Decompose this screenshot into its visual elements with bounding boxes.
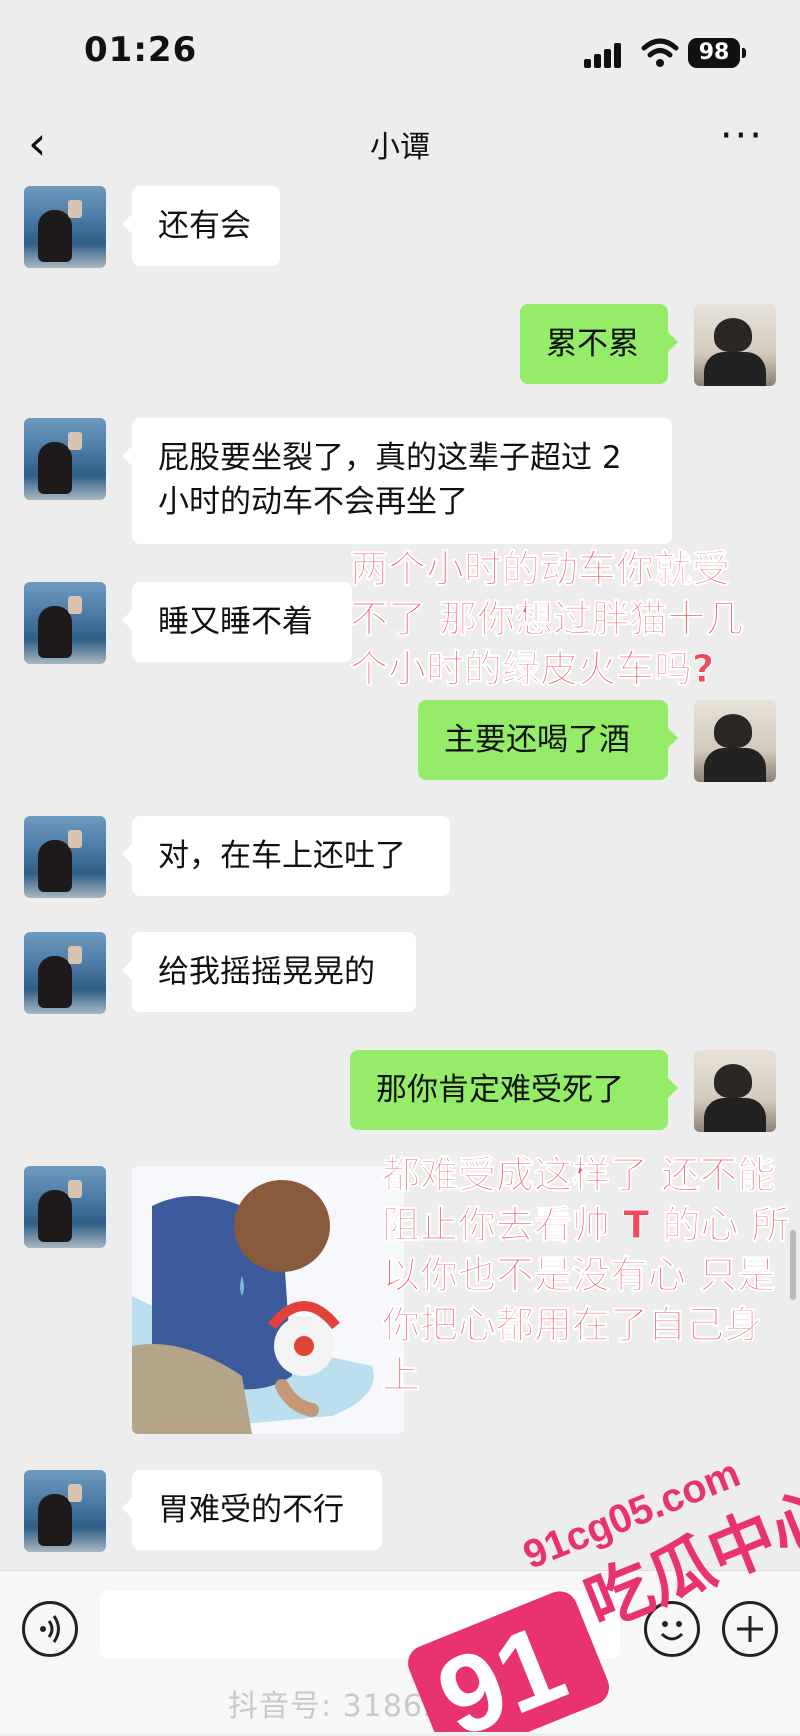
contact-avatar[interactable] — [24, 1166, 106, 1248]
message-text: 胃难受的不行 — [158, 1492, 344, 1528]
message-text: 那你肯定难受死了 — [376, 1072, 624, 1108]
person-crying-over-clown-sticker-icon — [132, 1180, 374, 1434]
overlay-annotation: 都难受成这样了 还不能 阻止你去看帅 T 的心 所 以你也不是没有心 只是 你把… — [382, 1150, 791, 1400]
contact-avatar[interactable] — [24, 1470, 106, 1552]
chat-title: 小谭 — [370, 130, 430, 165]
sticker-image[interactable] — [132, 1166, 404, 1434]
wifi-icon — [641, 38, 679, 67]
watermark-logo-icon: 91 91cg05.com 吃瓜中心 — [408, 1451, 800, 1736]
message-text-line: 小时的动车不会再坐了 — [158, 484, 468, 520]
contact-avatar[interactable] — [24, 816, 106, 898]
annotation-line: 阻止你去看帅 T 的心 所 — [382, 1203, 791, 1248]
annotation-line: 上 — [382, 1353, 421, 1398]
battery-indicator: 98 — [688, 38, 746, 68]
message-text: 对，在车上还吐了 — [158, 838, 406, 874]
status-time: 01:26 — [84, 30, 198, 70]
contact-avatar[interactable] — [24, 418, 106, 500]
my-avatar[interactable] — [694, 304, 776, 386]
message-bubble-incoming[interactable]: 还有会 — [122, 186, 280, 266]
more-options-icon[interactable]: ··· — [720, 116, 764, 156]
message-text: 给我摇摇晃晃的 — [158, 954, 375, 990]
message-bubble-outgoing[interactable]: 那你肯定难受死了 — [350, 1050, 678, 1130]
message-text: 还有会 — [158, 208, 251, 244]
my-avatar[interactable] — [694, 1050, 776, 1132]
chat-header: ‹ 小谭 ··· — [0, 100, 800, 186]
annotation-line: 你把心都用在了自己身 — [382, 1303, 763, 1348]
message-text: 主要还喝了酒 — [444, 722, 630, 758]
message-bubble-incoming[interactable]: 给我摇摇晃晃的 — [122, 932, 416, 1012]
message-text-line: 屁股要坐裂了，真的这辈子超过 2 — [158, 440, 622, 476]
signal-icon — [584, 42, 626, 68]
message-bubble-incoming[interactable]: 睡又睡不着 — [122, 582, 352, 662]
overlay-annotation: 两个小时的动车你就受 不了 那你想过胖猫十几 个小时的绿皮火车吗? — [349, 544, 744, 694]
annotation-line: 两个小时的动车你就受 — [349, 547, 731, 592]
contact-avatar[interactable] — [24, 186, 106, 268]
message-list[interactable]: 还有会 累不累 屁股要坐裂了，真的这辈子超过 2 小时的动车不会再坐了 睡又睡不… — [0, 186, 800, 1570]
contact-avatar[interactable] — [24, 582, 106, 664]
annotation-line: 都难受成这样了 还不能 — [382, 1153, 776, 1198]
annotation-line: 个小时的绿皮火车吗? — [349, 647, 715, 692]
status-bar: 01:26 98 — [0, 0, 800, 100]
message-text: 累不累 — [546, 326, 639, 362]
annotation-line: 不了 那你想过胖猫十几 — [349, 597, 744, 642]
message-text: 睡又睡不着 — [158, 604, 313, 640]
scrollbar[interactable] — [790, 1230, 796, 1300]
voice-icon[interactable] — [22, 1601, 78, 1657]
message-bubble-incoming[interactable]: 对，在车上还吐了 — [122, 816, 450, 896]
message-bubble-incoming[interactable]: 屁股要坐裂了，真的这辈子超过 2 小时的动车不会再坐了 — [122, 418, 672, 544]
message-bubble-outgoing[interactable]: 主要还喝了酒 — [418, 700, 678, 780]
message-bubble-incoming[interactable]: 胃难受的不行 — [122, 1470, 382, 1550]
my-avatar[interactable] — [694, 700, 776, 782]
contact-avatar[interactable] — [24, 932, 106, 1014]
message-bubble-outgoing[interactable]: 累不累 — [520, 304, 678, 384]
site-watermark: 91 91cg05.com 吃瓜中心 — [390, 1440, 800, 1736]
annotation-line: 以你也不是没有心 只是 — [382, 1253, 776, 1298]
